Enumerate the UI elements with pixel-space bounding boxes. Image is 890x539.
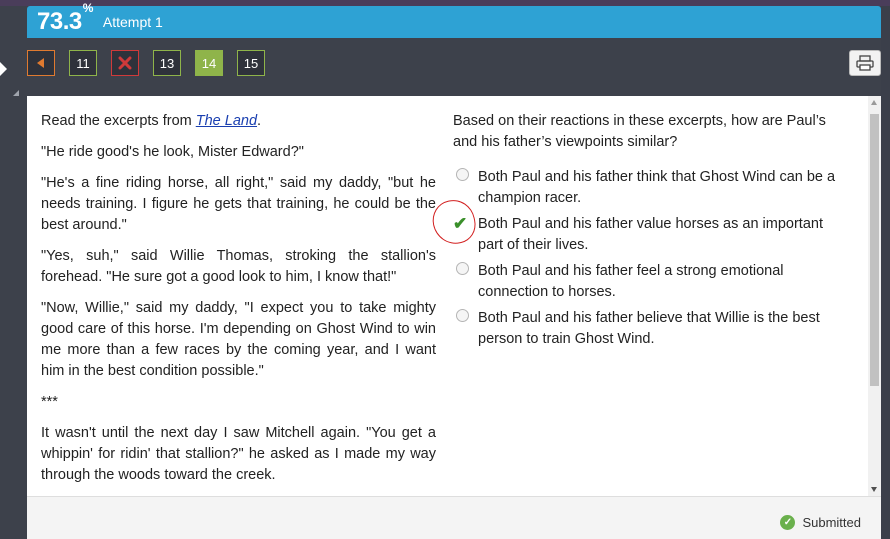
answer-option-c[interactable]: Both Paul and his father feel a strong e… bbox=[453, 261, 843, 303]
reading-passage: Read the excerpts from The Land. "He rid… bbox=[41, 111, 436, 496]
passage-separator: *** bbox=[41, 394, 58, 410]
content-scrollbar[interactable] bbox=[868, 96, 881, 496]
check-circle-icon: ✓ bbox=[780, 515, 796, 530]
radio-button[interactable] bbox=[456, 262, 469, 275]
x-mark-icon bbox=[118, 56, 132, 70]
score-header: 73.3% Attempt 1 bbox=[27, 1, 881, 38]
scroll-thumb[interactable] bbox=[870, 114, 879, 386]
printer-icon bbox=[856, 55, 874, 71]
expand-panel-arrow-icon[interactable] bbox=[0, 62, 7, 76]
question-12-button[interactable] bbox=[111, 50, 139, 76]
triangle-left-icon bbox=[37, 58, 44, 68]
panel-corner-icon bbox=[13, 90, 19, 96]
question-panel: Based on their reactions in these excerp… bbox=[453, 111, 843, 355]
passage-intro: Read the excerpts from The Land. bbox=[41, 113, 262, 129]
answer-option-b[interactable]: ✔ Both Paul and his father value horses … bbox=[453, 214, 843, 256]
question-13-button[interactable]: 13 bbox=[153, 50, 181, 76]
question-navigation: 11 13 14 15 bbox=[27, 38, 881, 96]
question-14-button[interactable]: 14 bbox=[195, 50, 223, 76]
question-11-button[interactable]: 11 bbox=[69, 50, 97, 76]
radio-button[interactable] bbox=[456, 309, 469, 322]
passage-paragraph: It wasn't until the next day I saw Mitch… bbox=[41, 425, 436, 483]
option-label: Both Paul and his father think that Ghos… bbox=[478, 169, 836, 206]
passage-paragraph: "Now, Willie," said my daddy, "I expect … bbox=[41, 300, 436, 379]
passage-title-link[interactable]: The Land bbox=[196, 113, 257, 129]
answer-option-d[interactable]: Both Paul and his father believe that Wi… bbox=[453, 308, 843, 350]
left-panel-strip bbox=[0, 6, 27, 539]
score-value: 73.3% bbox=[37, 1, 93, 35]
footer-bar: ✓ Submitted bbox=[27, 496, 881, 539]
passage-paragraph: "He's a fine riding horse, all right," s… bbox=[41, 175, 436, 233]
option-label: Both Paul and his father feel a strong e… bbox=[478, 263, 784, 300]
scroll-up-arrow-icon[interactable] bbox=[871, 100, 877, 105]
passage-paragraph: "He ride good's he look, Mister Edward?" bbox=[41, 144, 304, 160]
passage-paragraph: "Yes, suh," said Willie Thomas, stroking… bbox=[41, 248, 436, 285]
attempt-label: Attempt 1 bbox=[102, 14, 163, 30]
option-label: Both Paul and his father value horses as… bbox=[478, 216, 823, 253]
previous-question-button[interactable] bbox=[27, 50, 55, 76]
answer-option-a[interactable]: Both Paul and his father think that Ghos… bbox=[453, 167, 843, 209]
submission-status: ✓ Submitted bbox=[780, 515, 861, 530]
print-button[interactable] bbox=[849, 50, 881, 76]
option-label: Both Paul and his father believe that Wi… bbox=[478, 310, 820, 347]
radio-button[interactable] bbox=[456, 168, 469, 181]
question-15-button[interactable]: 15 bbox=[237, 50, 265, 76]
question-content: Read the excerpts from The Land. "He rid… bbox=[27, 96, 881, 496]
scroll-down-arrow-icon[interactable] bbox=[871, 487, 877, 492]
status-text: Submitted bbox=[802, 515, 861, 530]
question-text: Based on their reactions in these excerp… bbox=[453, 113, 826, 150]
